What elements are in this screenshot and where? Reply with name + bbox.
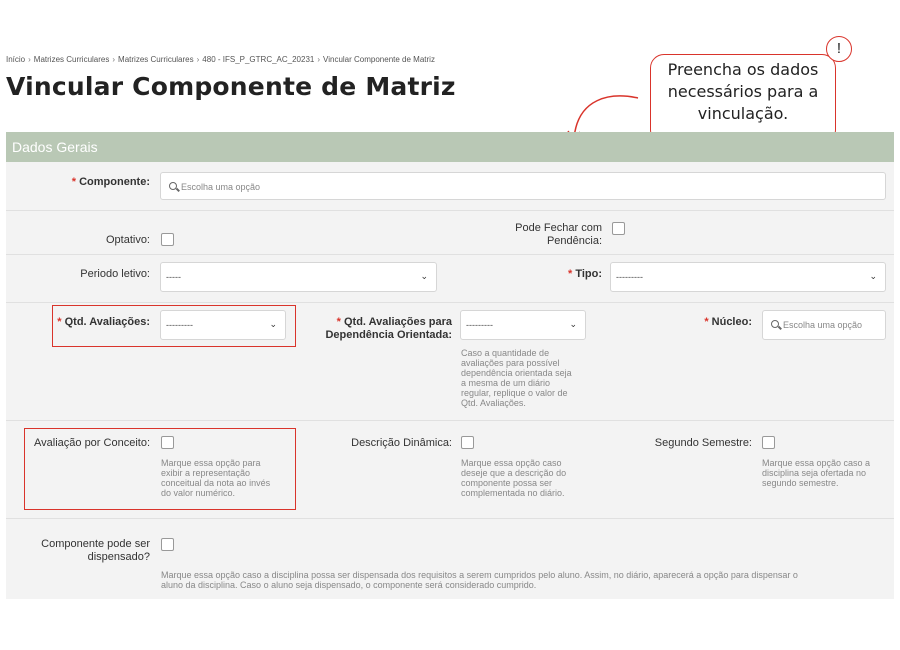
- segundo-semestre-checkbox[interactable]: [762, 436, 775, 449]
- divider: [6, 210, 894, 211]
- page-title: Vincular Componente de Matriz: [6, 72, 456, 101]
- optativo-label: Optativo:: [105, 234, 150, 246]
- callout-line-3: vinculação.: [697, 104, 789, 123]
- divider: [6, 420, 894, 421]
- divider: [6, 518, 894, 519]
- nucleo-label: * Núcleo:: [666, 316, 752, 329]
- chevron-down-icon: ⌄: [569, 319, 577, 329]
- nucleo-label-text: Núcleo:: [711, 316, 752, 328]
- help-line: componente possa ser: [461, 478, 553, 488]
- callout-box: Preencha os dados necessários para a vin…: [650, 54, 836, 144]
- descricao-dinamica-label: Descrição Dinâmica:: [351, 437, 452, 449]
- callout-line-2: necessários para a: [667, 82, 819, 101]
- componente-placeholder: Escolha uma opção: [181, 182, 261, 192]
- segundo-semestre-label: Segundo Semestre:: [654, 437, 752, 449]
- chevron-down-icon: ⌄: [869, 271, 877, 281]
- required-mark: *: [567, 268, 573, 280]
- help-line: Qtd. Avaliações.: [461, 398, 526, 408]
- qtd-avaliacoes-dep-select[interactable]: --------- ⌄: [460, 310, 586, 340]
- breadcrumb-matrizes-1[interactable]: Matrizes Curriculares: [34, 55, 110, 64]
- required-mark: *: [71, 176, 77, 188]
- required-mark: *: [704, 316, 709, 328]
- required-mark: *: [336, 316, 341, 328]
- componente-search-input[interactable]: Escolha uma opção: [160, 172, 886, 200]
- qtd-avaliacoes-dep-label: * Qtd. Avaliações para Dependência Orient…: [306, 316, 452, 342]
- optativo-checkbox[interactable]: [161, 233, 174, 246]
- descricao-dinamica-checkbox[interactable]: [461, 436, 474, 449]
- componente-label: * Componente:: [6, 176, 150, 189]
- qtd-avaliacoes-dep-label-line1: Qtd. Avaliações para: [343, 316, 452, 328]
- breadcrumb-matriz-480[interactable]: 480 - IFS_P_GTRC_AC_20231: [202, 55, 314, 64]
- help-line: aluno da disciplina. Caso o aluno seja d…: [161, 580, 537, 590]
- help-line: regular, replique o valor de: [461, 388, 568, 398]
- help-line: Caso a quantidade de: [461, 348, 550, 358]
- dispensado-checkbox[interactable]: [161, 538, 174, 551]
- tipo-select[interactable]: --------- ⌄: [610, 262, 886, 292]
- pode-fechar-label: Pode Fechar com Pendência:: [446, 222, 602, 248]
- panel-header: Dados Gerais: [6, 132, 894, 162]
- dispensado-label: Componente pode ser dispensado?: [6, 538, 150, 564]
- componente-label-text: Componente:: [79, 176, 150, 188]
- breadcrumb-separator: ›: [28, 55, 31, 64]
- help-line: segundo semestre.: [762, 478, 839, 488]
- breadcrumb-inicio[interactable]: Início: [6, 55, 25, 64]
- help-line: deseje que a descrição do: [461, 468, 567, 478]
- pode-fechar-label-line1: Pode Fechar com: [515, 222, 602, 234]
- exclamation-icon: !: [826, 36, 852, 62]
- breadcrumb-separator: ›: [112, 55, 116, 64]
- breadcrumb: Início › Matrizes Curriculares › Matrizes Cu…: [6, 55, 435, 64]
- search-icon: [771, 320, 779, 328]
- qtd-avaliacoes-dep-value: ---------: [466, 320, 493, 330]
- tipo-value: ---------: [616, 272, 643, 282]
- help-line: Marque essa opção caso a disciplina poss…: [161, 570, 798, 580]
- help-line: Marque essa opção caso: [461, 458, 562, 468]
- callout-line-1: Preencha os dados: [667, 60, 819, 79]
- help-line: Marque essa opção caso a: [762, 458, 871, 468]
- help-line: a mesma de um diário: [461, 378, 551, 388]
- highlight-avaliacao-conceito: [24, 428, 296, 510]
- dados-gerais-panel: Dados Gerais * Componente: Escolha uma o…: [6, 132, 894, 599]
- descricao-dinamica-help: Marque essa opção caso deseje que a desc…: [461, 458, 601, 498]
- tipo-label: * Tipo:: [506, 268, 602, 281]
- help-line: disciplina seja ofertada no: [762, 468, 867, 478]
- qtd-avaliacoes-dep-help: Caso a quantidade de avaliações para pos…: [461, 348, 601, 408]
- pode-fechar-checkbox[interactable]: [612, 222, 625, 235]
- divider: [6, 302, 894, 303]
- breadcrumb-separator: ›: [317, 55, 321, 64]
- help-line: avaliações para possível: [461, 358, 560, 368]
- breadcrumb-matrizes-2[interactable]: Matrizes Curriculares: [118, 55, 194, 64]
- pode-fechar-label-line2: Pendência:: [546, 235, 602, 247]
- dispensado-label-line1: Componente pode ser: [41, 538, 150, 550]
- qtd-avaliacoes-dep-label-line2: Dependência Orientada:: [325, 329, 452, 341]
- dispensado-help: Marque essa opção caso a disciplina poss…: [161, 570, 889, 590]
- periodo-letivo-label: Periodo letivo:: [80, 268, 150, 280]
- chevron-down-icon: ⌄: [420, 271, 428, 281]
- breadcrumb-separator: ›: [196, 55, 200, 64]
- divider: [6, 254, 894, 255]
- highlight-qtd-avaliacoes: [52, 305, 296, 347]
- search-icon: [169, 182, 177, 190]
- segundo-semestre-help: Marque essa opção caso a disciplina seja…: [762, 458, 890, 488]
- periodo-letivo-select[interactable]: ----- ⌄: [160, 262, 437, 292]
- periodo-letivo-value: -----: [166, 272, 181, 282]
- nucleo-search-input[interactable]: Escolha uma opção: [762, 310, 886, 340]
- nucleo-placeholder: Escolha uma opção: [783, 320, 863, 330]
- breadcrumb-current: Vincular Componente de Matriz: [323, 55, 435, 64]
- help-line: dependência orientada seja: [461, 368, 572, 378]
- tipo-label-text: Tipo:: [575, 268, 602, 280]
- dispensado-label-line2: dispensado?: [87, 551, 150, 563]
- help-line: complementada no diário.: [461, 488, 565, 498]
